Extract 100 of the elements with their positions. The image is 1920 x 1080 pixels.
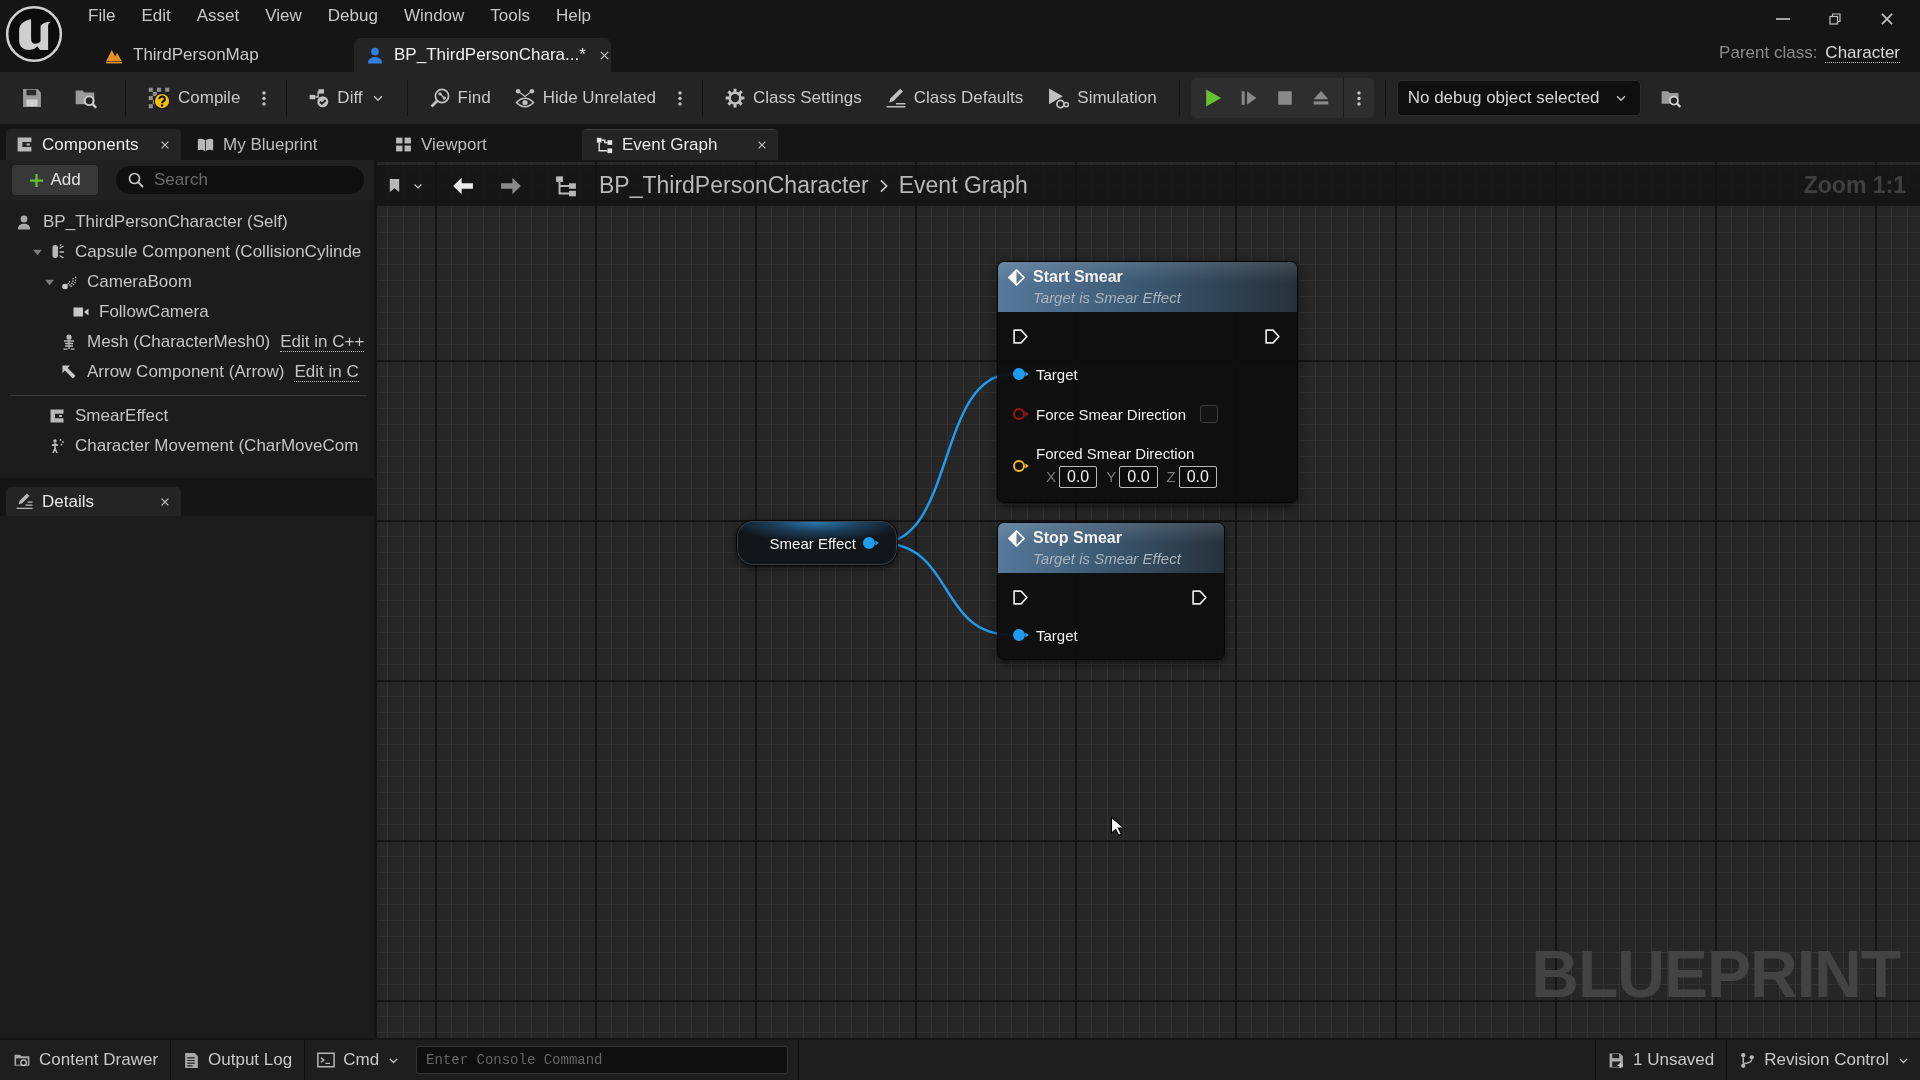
- exec-pin-icon[interactable]: [1191, 588, 1208, 606]
- node-title: Start Smear: [1033, 268, 1123, 286]
- question-mark-icon: [148, 87, 170, 109]
- component-name[interactable]: FollowCamera: [99, 302, 209, 322]
- menu-item[interactable]: Edit: [128, 5, 184, 26]
- person-icon: [366, 46, 384, 64]
- more-icon: [678, 90, 683, 106]
- bookmark-icon: [387, 178, 402, 193]
- book-icon: [197, 136, 214, 153]
- axis-label: Y: [1106, 468, 1117, 485]
- component-name[interactable]: SmearEffect: [75, 406, 169, 426]
- diamond-icon: [1008, 529, 1025, 547]
- terminal-icon: [317, 1051, 336, 1069]
- component-name[interactable]: Capsule Component (CollisionCylinde: [75, 242, 362, 262]
- component-name[interactable]: Arrow Component (Arrow): [87, 362, 285, 382]
- add-button[interactable]: Add: [12, 165, 98, 195]
- menu-item[interactable]: View: [252, 5, 315, 26]
- more-icon: [1356, 90, 1361, 106]
- number-field[interactable]: 0.0: [1178, 465, 1217, 488]
- number-field[interactable]: 0.0: [1059, 465, 1098, 488]
- hierarchy-icon: [555, 174, 577, 197]
- search-field[interactable]: Search: [116, 166, 364, 194]
- document-tab[interactable]: BP_ThirdPersonChara...*: [354, 38, 611, 72]
- component-name[interactable]: BP_ThirdPersonCharacter (Self): [43, 212, 288, 232]
- settings-icon: [725, 88, 746, 108]
- component-icon: [16, 136, 33, 153]
- panel-tab[interactable]: Event Graph: [582, 129, 778, 160]
- exec-pin-icon[interactable]: [1012, 588, 1029, 606]
- eject-icon: [1311, 89, 1330, 107]
- pin-icon[interactable]: [1012, 628, 1030, 642]
- panel-tab[interactable]: Viewport: [381, 129, 577, 160]
- panel-tab[interactable]: Details: [6, 487, 181, 516]
- component-name[interactable]: Character Movement (CharMoveCom: [75, 436, 359, 456]
- component-icon: [49, 408, 65, 424]
- close-icon[interactable]: [756, 139, 768, 151]
- document-icon: [183, 1051, 201, 1069]
- panel-tab[interactable]: Components: [6, 129, 181, 160]
- pin-label: Force Smear Direction: [1036, 405, 1187, 423]
- output-log-button[interactable]: Output Log: [173, 1043, 303, 1077]
- menu-item[interactable]: Tools: [477, 5, 544, 26]
- cmd-dropdown[interactable]: Cmd: [307, 1043, 411, 1077]
- pencil-icon: [16, 493, 33, 510]
- function-node[interactable]: Start Smear Target is Smear Effect Target Force Smear Direction Forced Smear Direction X 0.0 Y 0.0 Z 0.0: [997, 261, 1298, 503]
- content-drawer-button[interactable]: Content Drawer: [4, 1043, 169, 1077]
- parent-class-link[interactable]: Character: [1825, 43, 1900, 63]
- pin-icon[interactable]: [1012, 367, 1030, 381]
- logo-icon: [5, 5, 63, 63]
- unsaved-button[interactable]: 1 Unsaved: [1598, 1043, 1725, 1077]
- debug-object-dropdown[interactable]: No debug object selected: [1396, 80, 1641, 116]
- menu-item[interactable]: Debug: [314, 5, 391, 26]
- edit-link[interactable]: Edit in C++: [280, 332, 365, 352]
- pin-icon[interactable]: [1012, 459, 1030, 473]
- checkbox[interactable]: [1200, 405, 1219, 423]
- diff-button[interactable]: Diff: [298, 79, 396, 117]
- variable-node[interactable]: Smear Effect: [736, 520, 898, 566]
- plus-icon: [29, 172, 45, 188]
- save-icon: [1608, 1051, 1625, 1069]
- pin-icon[interactable]: [862, 536, 880, 550]
- search-icon: [128, 172, 144, 188]
- function-node[interactable]: Stop Smear Target is Smear Effect Target: [997, 522, 1225, 660]
- component-name[interactable]: CameraBoom: [87, 272, 192, 292]
- component-name[interactable]: Mesh (CharacterMesh0): [87, 332, 271, 352]
- menu-item[interactable]: Asset: [183, 5, 253, 26]
- exec-pin-icon[interactable]: [1264, 327, 1281, 345]
- node-title: Smear Effect: [769, 534, 856, 552]
- simulation-button[interactable]: Simulation: [1036, 79, 1168, 117]
- breadcrumb-item[interactable]: BP_ThirdPersonCharacter: [599, 172, 869, 199]
- menu-item[interactable]: Window: [390, 5, 478, 26]
- play-gears-icon: [1047, 87, 1070, 109]
- revision-control-button[interactable]: Revision Control: [1729, 1043, 1920, 1077]
- grid-icon: [395, 136, 412, 153]
- exec-pin-icon[interactable]: [1012, 327, 1029, 345]
- diamond-icon: [1008, 268, 1025, 286]
- compile-button[interactable]: Compile: [137, 79, 252, 117]
- menu-item[interactable]: File: [73, 5, 129, 26]
- minimize-icon: [1776, 18, 1790, 20]
- breadcrumb-item[interactable]: Event Graph: [898, 172, 1028, 199]
- restore-icon: [1827, 11, 1843, 27]
- stop-icon: [1275, 89, 1294, 107]
- node-subtitle: Target is Smear Effect: [1033, 549, 1183, 569]
- eye-nodes-icon: [514, 88, 535, 108]
- document-tab[interactable]: ThirdPersonMap: [93, 38, 345, 72]
- edit-link[interactable]: Edit in C: [294, 362, 359, 382]
- step-icon: [1239, 89, 1258, 107]
- axis-label: Z: [1166, 468, 1176, 485]
- pin-label: Target: [1036, 626, 1078, 644]
- skeleton-icon: [61, 334, 77, 350]
- class-defaults-button[interactable]: Class Defaults: [874, 79, 1035, 117]
- comet-icon: [61, 274, 77, 290]
- menu-item[interactable]: Help: [543, 5, 604, 26]
- find-button[interactable]: Find: [418, 79, 502, 117]
- number-field[interactable]: 0.0: [1119, 465, 1158, 488]
- parent-class-label: Parent class:: [1719, 43, 1818, 63]
- hide-unrelated-button[interactable]: Hide Unrelated: [503, 79, 668, 117]
- folder-search-icon: [75, 87, 97, 109]
- class-settings-button[interactable]: Class Settings: [714, 79, 873, 117]
- panel-tab[interactable]: My Blueprint: [187, 129, 328, 160]
- node-subtitle: Target is Smear Effect: [1033, 288, 1183, 308]
- console-input[interactable]: Enter Console Command: [416, 1046, 789, 1074]
- walking-figure-icon: [49, 438, 65, 454]
